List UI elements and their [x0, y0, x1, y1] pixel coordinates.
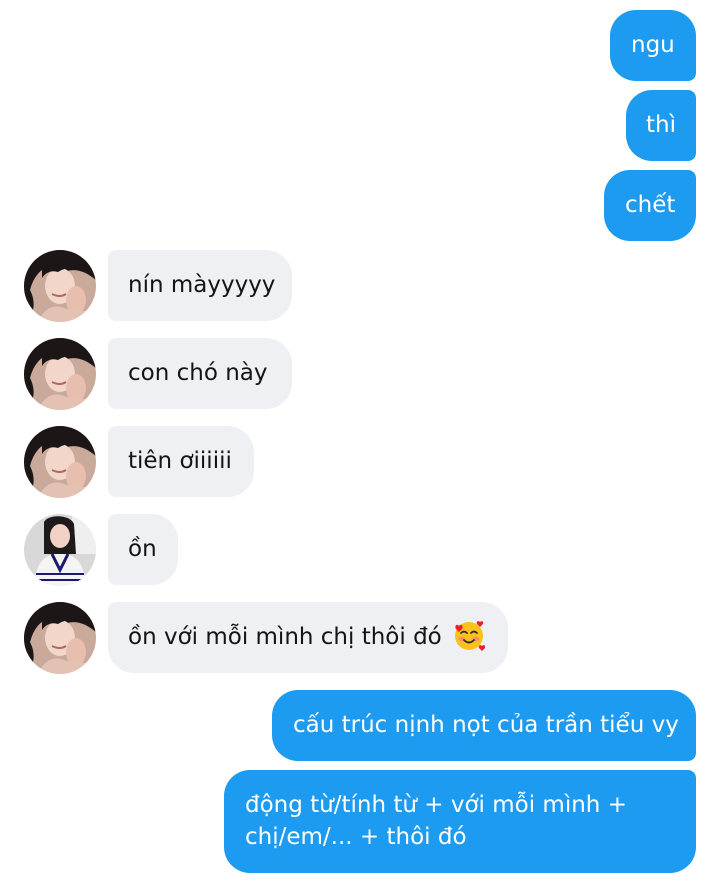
- incoming-message-bubble[interactable]: nín màyyyyy: [108, 250, 292, 321]
- outgoing-message-bubble[interactable]: ngu: [610, 10, 696, 81]
- outgoing-message-bubble[interactable]: thì: [626, 90, 696, 161]
- smiling-face-with-hearts-icon: [453, 620, 485, 652]
- message-text: ồn với mỗi mình chị thôi đó: [128, 624, 442, 650]
- incoming-message-bubble[interactable]: ồn: [108, 514, 178, 585]
- incoming-message-bubble[interactable]: ồn với mỗi mình chị thôi đó: [108, 602, 508, 673]
- message-text-line: động từ/tính từ + với mỗi mình +: [245, 792, 627, 818]
- outgoing-message-bubble[interactable]: chết: [604, 170, 696, 241]
- message-text: cấu trúc nịnh nọt của trần tiểu vy: [293, 712, 679, 738]
- message-text: nín màyyyyy: [128, 272, 276, 298]
- message-text: chết: [625, 192, 676, 218]
- outgoing-message-bubble[interactable]: động từ/tính từ + với mỗi mình + chị/em/…: [224, 770, 696, 873]
- outgoing-message-bubble[interactable]: cấu trúc nịnh nọt của trần tiểu vy: [272, 690, 696, 761]
- contact-avatar[interactable]: [24, 426, 96, 498]
- message-text: con chó này: [128, 360, 268, 386]
- message-text-line: chị/em/... + thôi đó: [245, 824, 467, 850]
- contact-avatar[interactable]: [24, 514, 96, 586]
- message-text: thì: [646, 112, 676, 138]
- contact-avatar[interactable]: [24, 250, 96, 322]
- contact-avatar[interactable]: [24, 602, 96, 674]
- incoming-message-bubble[interactable]: con chó này: [108, 338, 292, 409]
- message-text: ngu: [631, 32, 675, 58]
- message-text: ồn: [128, 536, 157, 562]
- message-text: tiên ơiiiiii: [128, 448, 232, 474]
- contact-avatar[interactable]: [24, 338, 96, 410]
- incoming-message-bubble[interactable]: tiên ơiiiiii: [108, 426, 254, 497]
